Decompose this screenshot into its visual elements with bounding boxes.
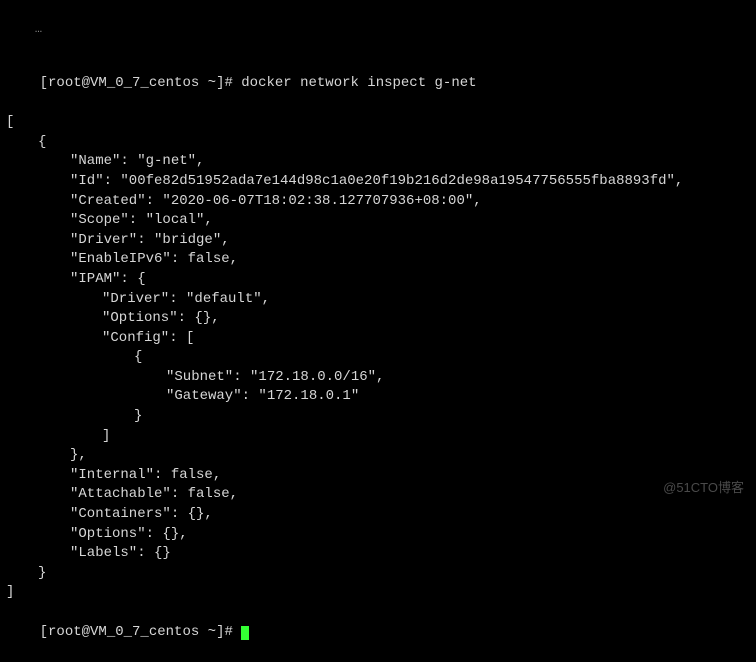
terminal-prompt-line[interactable]: [root@VM_0_7_centos ~]# docker network i… xyxy=(6,54,750,113)
json-output-line: [ xyxy=(6,113,750,133)
json-output-line: }, xyxy=(6,446,750,466)
command-text: docker network inspect g-net xyxy=(241,75,476,91)
json-output-line: "Created": "2020-06-07T18:02:38.12770793… xyxy=(6,192,750,212)
json-output-line: } xyxy=(6,407,750,427)
terminal-output: … [root@VM_0_7_centos ~]# docker network… xyxy=(6,4,750,662)
json-output-line: "Scope": "local", xyxy=(6,211,750,231)
prompt-path: ~ xyxy=(199,624,216,640)
json-output-line: "Options": {}, xyxy=(6,309,750,329)
terminal-prompt-line-active[interactable]: [root@VM_0_7_centos ~]# xyxy=(6,603,750,662)
prompt-open-bracket: [ xyxy=(40,75,48,91)
json-output-line: "Internal": false, xyxy=(6,466,750,486)
prompt-user-host: root@VM_0_7_centos xyxy=(48,75,199,91)
json-output-line: "EnableIPv6": false, xyxy=(6,250,750,270)
json-output-line: ] xyxy=(6,583,750,603)
json-output-line: "Config": [ xyxy=(6,329,750,349)
prompt-path: ~ xyxy=(199,75,216,91)
json-output-line: "Driver": "default", xyxy=(6,290,750,310)
json-output-line: "Id": "00fe82d51952ada7e144d98c1a0e20f19… xyxy=(6,172,750,192)
json-output-line: "Name": "g-net", xyxy=(6,152,750,172)
json-output-line: "Options": {}, xyxy=(6,525,750,545)
prompt-user-host: root@VM_0_7_centos xyxy=(48,624,199,640)
json-output-line: { xyxy=(6,348,750,368)
prompt-close: ]# xyxy=(216,75,241,91)
json-output-line: "Subnet": "172.18.0.0/16", xyxy=(6,368,750,388)
truncated-line: … xyxy=(6,4,750,54)
json-output-line: { xyxy=(6,133,750,153)
json-output-line: "IPAM": { xyxy=(6,270,750,290)
terminal-cursor xyxy=(241,626,249,640)
json-output-line: "Driver": "bridge", xyxy=(6,231,750,251)
watermark-label: @51CTO博客 xyxy=(663,479,744,497)
json-output-line: "Labels": {} xyxy=(6,544,750,564)
json-output-line: "Attachable": false, xyxy=(6,485,750,505)
json-output-line: } xyxy=(6,564,750,584)
json-output-line: "Containers": {}, xyxy=(6,505,750,525)
json-output-line: "Gateway": "172.18.0.1" xyxy=(6,387,750,407)
prompt-close: ]# xyxy=(216,624,241,640)
prompt-open-bracket: [ xyxy=(40,624,48,640)
json-output-line: ] xyxy=(6,427,750,447)
